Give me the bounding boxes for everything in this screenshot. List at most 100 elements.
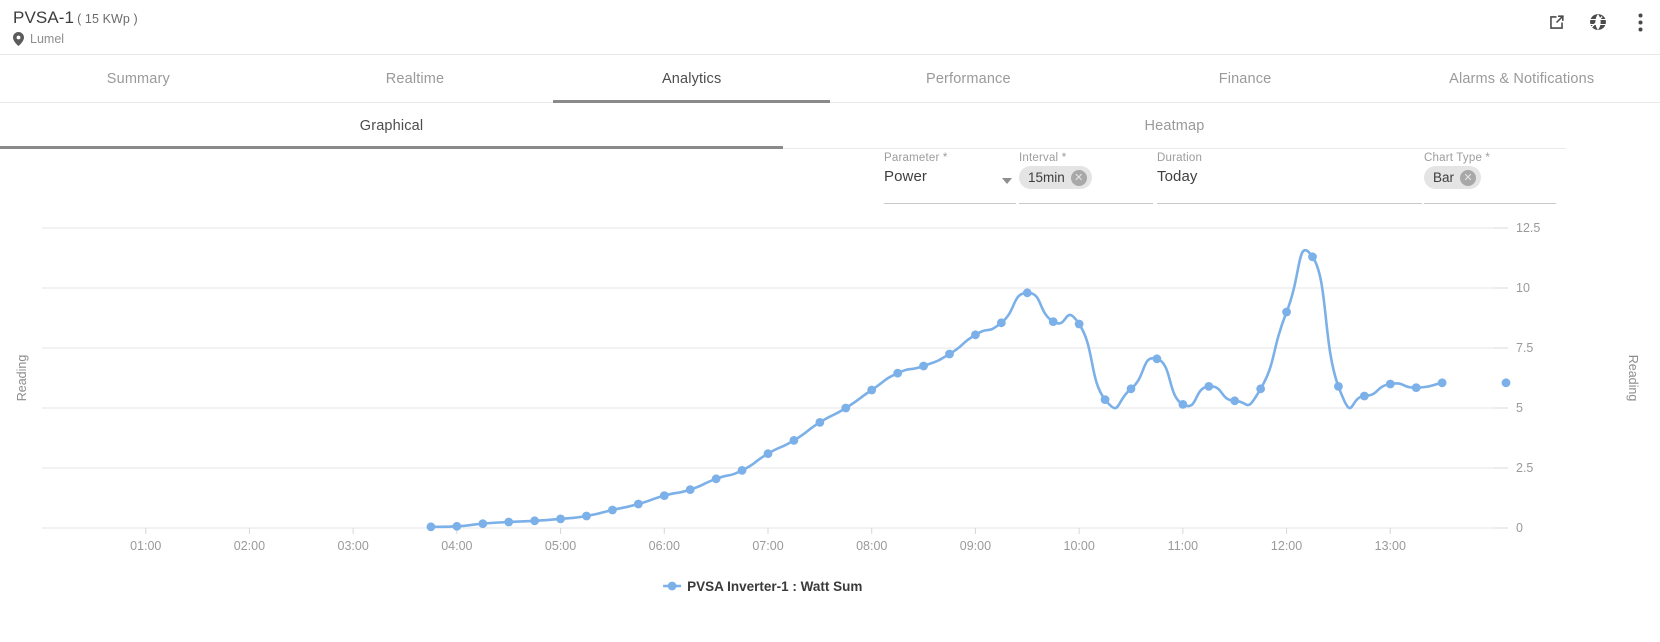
- x-axis-tick-label: 09:00: [960, 539, 991, 553]
- data-point[interactable]: [426, 522, 436, 532]
- tab-realtime[interactable]: Realtime: [277, 55, 554, 102]
- data-point[interactable]: [841, 403, 851, 413]
- tab-summary[interactable]: Summary: [0, 55, 277, 102]
- data-point[interactable]: [919, 361, 928, 371]
- tab-finance[interactable]: Finance: [1107, 55, 1384, 102]
- subtab-graphical[interactable]: Graphical: [0, 103, 783, 149]
- data-point[interactable]: [1501, 378, 1511, 388]
- data-point[interactable]: [789, 436, 799, 445]
- data-point[interactable]: [659, 491, 669, 500]
- tab-alarms-notifications[interactable]: Alarms & Notifications: [1383, 55, 1660, 102]
- data-point[interactable]: [1334, 382, 1343, 391]
- data-point[interactable]: [945, 349, 954, 359]
- data-point[interactable]: [763, 449, 773, 458]
- interval-underline: [1019, 203, 1153, 204]
- duration-label: Duration: [1157, 152, 1203, 164]
- data-point[interactable]: [1359, 391, 1369, 401]
- data-point[interactable]: [1308, 252, 1317, 262]
- duration-underline: [1157, 203, 1422, 204]
- data-point[interactable]: [1126, 384, 1136, 394]
- legend-label[interactable]: PVSA Inverter-1 : Watt Sum: [687, 579, 862, 594]
- tab-label: Performance: [926, 70, 1011, 87]
- location-pin-icon: [13, 32, 24, 46]
- tab-label: Analytics: [661, 70, 722, 87]
- legend-marker-swatch: [667, 581, 677, 591]
- data-point[interactable]: [1385, 379, 1395, 389]
- chevron-down-icon[interactable]: [1002, 178, 1012, 184]
- data-point[interactable]: [582, 511, 591, 521]
- tab-performance[interactable]: Performance: [830, 55, 1107, 102]
- data-point[interactable]: [996, 318, 1006, 328]
- data-point[interactable]: [815, 418, 825, 427]
- data-point[interactable]: [893, 368, 903, 378]
- x-axis-tick-label: 10:00: [1064, 539, 1095, 553]
- close-icon[interactable]: ✕: [1070, 169, 1087, 186]
- chart-type-label: Chart Type *: [1424, 152, 1491, 164]
- sub-tab-bar: Graphical Heatmap: [0, 103, 1566, 149]
- data-point[interactable]: [633, 499, 643, 509]
- data-point[interactable]: [1048, 317, 1058, 326]
- chart-controls: Parameter * Power Interval * 15min ✕ Dur…: [0, 152, 1660, 207]
- data-point[interactable]: [608, 505, 617, 515]
- interval-label: Interval *: [1019, 152, 1067, 164]
- data-point[interactable]: [867, 385, 877, 395]
- subtab-heatmap[interactable]: Heatmap: [783, 103, 1566, 148]
- interval-chip-label: 15min: [1028, 170, 1065, 185]
- data-point[interactable]: [1437, 378, 1447, 388]
- header-actions: [1546, 12, 1650, 32]
- interval-field[interactable]: Interval * 15min ✕: [1019, 152, 1153, 204]
- chart-type-chip[interactable]: Bar ✕: [1424, 166, 1482, 189]
- duration-field[interactable]: Duration Today: [1157, 152, 1422, 204]
- data-point[interactable]: [478, 519, 488, 529]
- parameter-field[interactable]: Parameter * Power: [884, 152, 1016, 204]
- data-point[interactable]: [1282, 307, 1291, 317]
- data-point[interactable]: [1022, 288, 1032, 298]
- close-icon[interactable]: ✕: [1460, 169, 1477, 186]
- subtab-label: Graphical: [359, 117, 424, 134]
- data-point[interactable]: [504, 517, 514, 527]
- y-axis-tick-label: 0: [1516, 521, 1523, 535]
- y-axis-tick-label: 5: [1516, 401, 1523, 415]
- data-point[interactable]: [1074, 319, 1084, 329]
- more-vert-icon[interactable]: [1630, 12, 1650, 32]
- subtab-label: Heatmap: [1144, 117, 1205, 134]
- data-point[interactable]: [1411, 383, 1421, 392]
- x-axis-tick-label: 04:00: [441, 539, 472, 553]
- plant-location-label: Lumel: [30, 32, 65, 46]
- data-point[interactable]: [1100, 395, 1110, 404]
- analytics-page: PVSA-1( 15 KWp ) Lumel Summary Realtime …: [0, 0, 1660, 642]
- open-in-new-icon[interactable]: [1546, 12, 1566, 32]
- tab-analytics[interactable]: Analytics: [553, 55, 830, 103]
- page-title: PVSA-1( 15 KWp ): [13, 8, 138, 28]
- data-point[interactable]: [737, 466, 747, 475]
- x-axis-tick-label: 13:00: [1375, 539, 1406, 553]
- data-point[interactable]: [1230, 396, 1240, 406]
- y-axis-tick-label: 7.5: [1516, 341, 1533, 355]
- x-axis-tick-label: 11:00: [1168, 539, 1198, 553]
- data-point[interactable]: [685, 485, 695, 494]
- x-axis-tick-label: 05:00: [545, 539, 576, 553]
- x-axis-tick-label: 02:00: [234, 539, 265, 553]
- chart-type-underline: [1424, 203, 1556, 204]
- chart-legend[interactable]: PVSA Inverter-1 : Watt Sum: [663, 579, 862, 594]
- y-axis-left-ticks: [1494, 227, 1508, 529]
- y-axis-right-labels: 0 2.5 5 7.5 10 12.5: [1516, 221, 1540, 535]
- data-point[interactable]: [530, 516, 540, 526]
- data-point[interactable]: [1152, 354, 1162, 364]
- globe-icon[interactable]: [1588, 12, 1608, 32]
- data-point[interactable]: [452, 521, 462, 531]
- y-axis-tick-label: 2.5: [1516, 461, 1533, 475]
- chart-type-field[interactable]: Chart Type * Bar ✕: [1424, 152, 1556, 204]
- analytics-line-chart[interactable]: 0 2.5 5 7.5 10 12.5 01:00 02:00 03:00 04:00 05:00…: [0, 207, 1660, 642]
- data-point[interactable]: [1204, 382, 1214, 391]
- main-tab-bar: Summary Realtime Analytics Performance F…: [0, 55, 1660, 103]
- data-point[interactable]: [1178, 400, 1188, 409]
- interval-chip[interactable]: 15min ✕: [1019, 166, 1092, 189]
- data-point[interactable]: [711, 474, 721, 484]
- x-axis-tick-label: 06:00: [649, 539, 680, 553]
- data-point[interactable]: [1256, 384, 1266, 394]
- x-axis-labels: 01:00 02:00 03:00 04:00 05:00 06:00 07:00 08:00…: [130, 528, 1406, 553]
- data-point[interactable]: [971, 330, 980, 340]
- data-point[interactable]: [556, 514, 565, 524]
- parameter-value: Power: [884, 168, 928, 185]
